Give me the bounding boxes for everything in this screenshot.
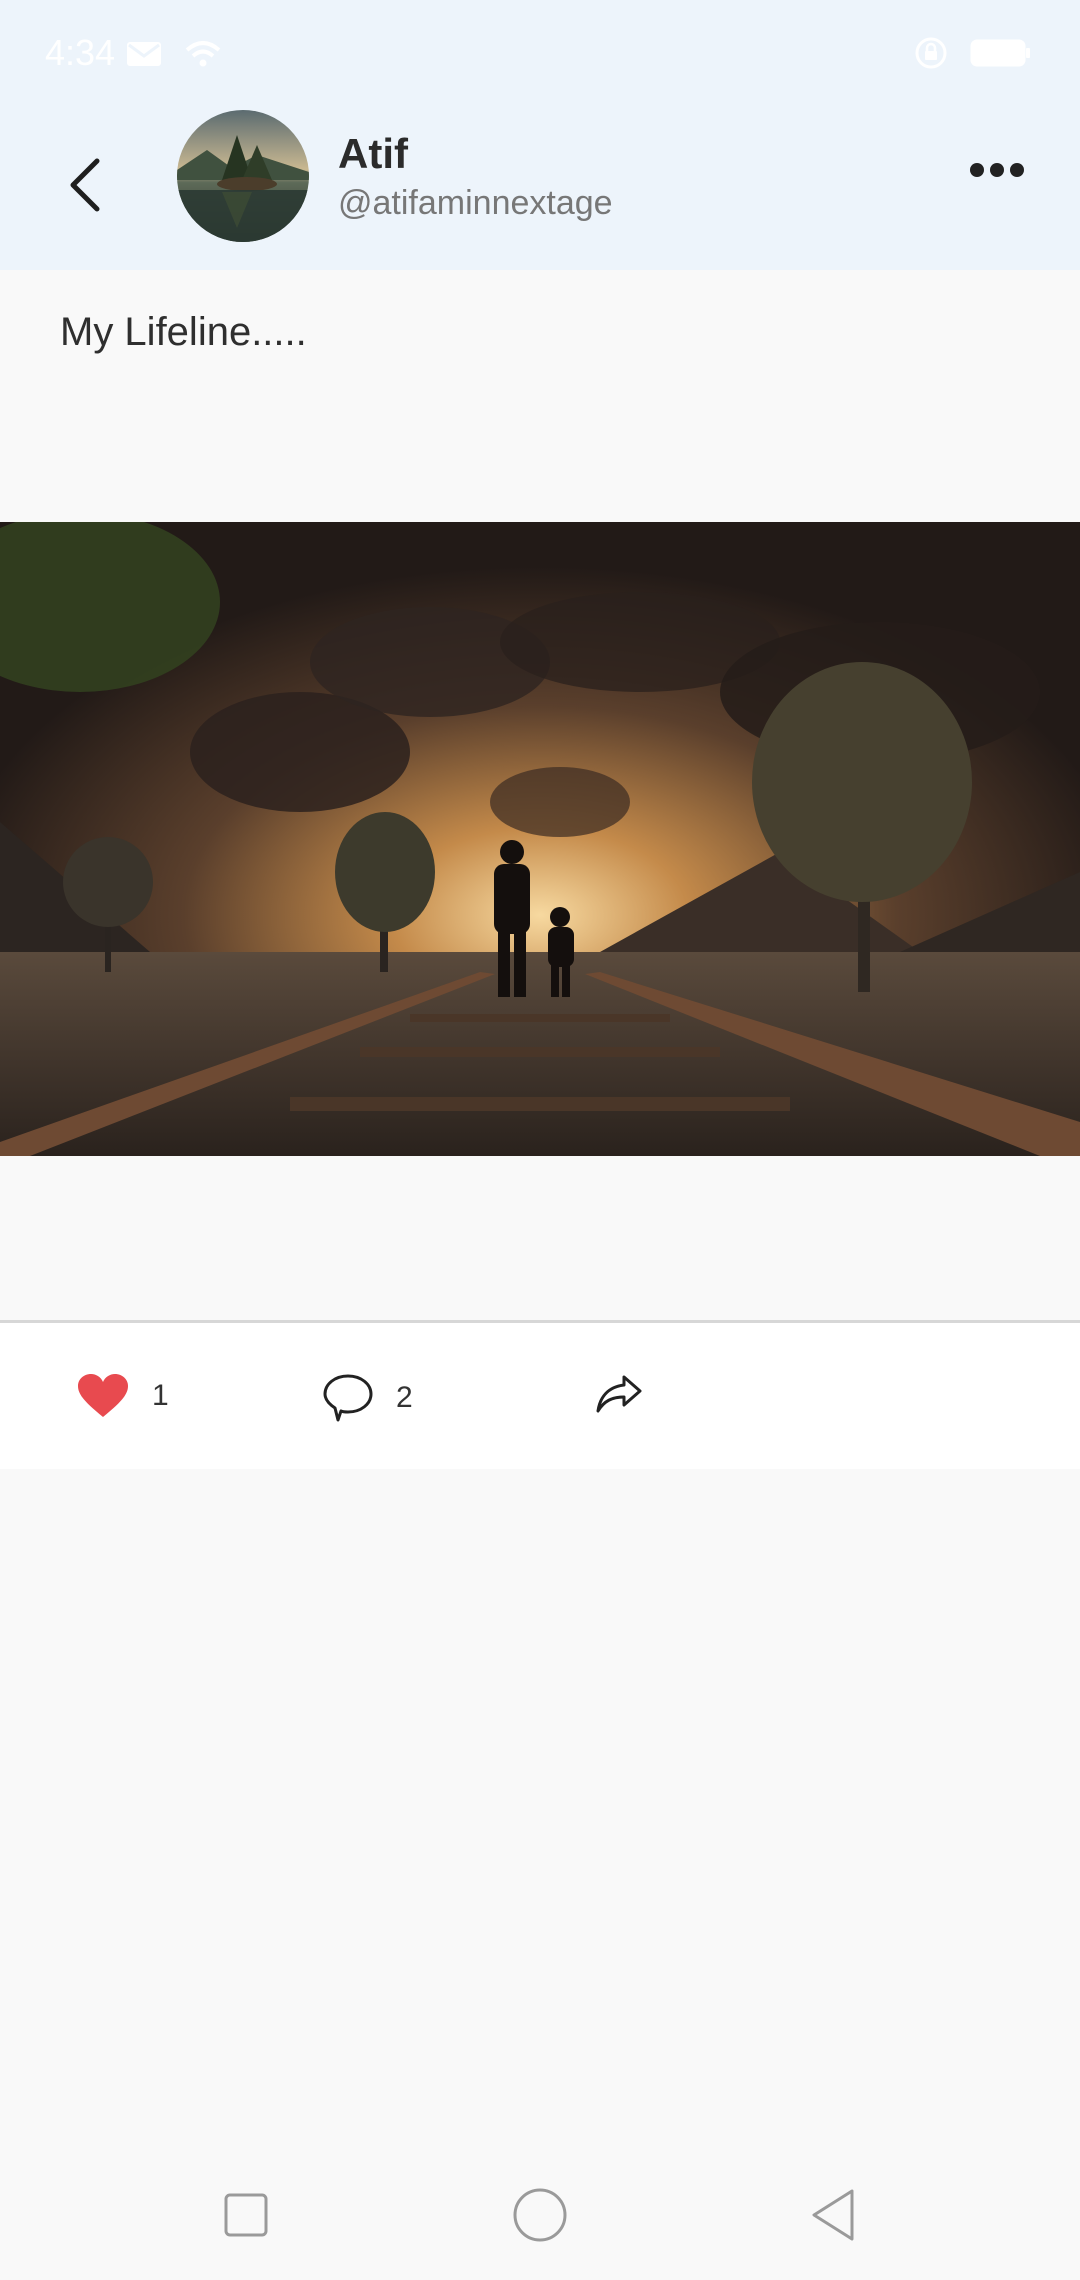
back-button[interactable]	[50, 145, 120, 225]
post-text: My Lifeline.....	[60, 310, 307, 354]
post-actions-bar: 1 2	[0, 1323, 1080, 1469]
rotation-lock-icon	[915, 37, 947, 69]
status-bar: 4:34	[0, 0, 1080, 110]
comment-icon	[323, 1374, 373, 1422]
comment-count: 2	[396, 1381, 413, 1414]
triangle-nav-icon	[812, 2189, 854, 2241]
heart-icon	[78, 1374, 128, 1417]
back-arrow-icon	[70, 158, 100, 212]
back-nav-button[interactable]	[798, 2180, 868, 2250]
home-button[interactable]	[505, 2180, 575, 2250]
status-time: 4:34	[45, 32, 116, 73]
wifi-icon	[185, 41, 221, 67]
avatar-image	[177, 110, 309, 242]
post-image[interactable]	[0, 522, 1080, 1156]
share-action[interactable]	[594, 1373, 644, 1417]
system-nav-bar	[0, 2150, 1080, 2280]
status-icons-right	[914, 36, 1032, 70]
circle-nav-icon	[513, 2188, 567, 2242]
profile-name: Atif	[338, 130, 408, 177]
like-count: 1	[152, 1379, 169, 1412]
comment-action[interactable]: 2	[322, 1373, 413, 1423]
share-icon	[596, 1375, 642, 1413]
square-nav-icon	[224, 2193, 268, 2237]
more-options-button[interactable]	[962, 150, 1032, 190]
like-action[interactable]: 1	[76, 1373, 169, 1419]
profile-handle: @atifaminnextage	[338, 184, 613, 222]
more-dots-icon	[970, 163, 1024, 177]
recents-button[interactable]	[211, 2180, 281, 2250]
mail-notification-icon	[127, 42, 161, 66]
avatar[interactable]	[177, 110, 309, 242]
status-icons-left	[125, 38, 223, 68]
profile-header: Atif @atifaminnextage	[0, 110, 1080, 270]
battery-icon	[970, 39, 1030, 67]
railway-sunset-image	[0, 522, 1080, 1156]
